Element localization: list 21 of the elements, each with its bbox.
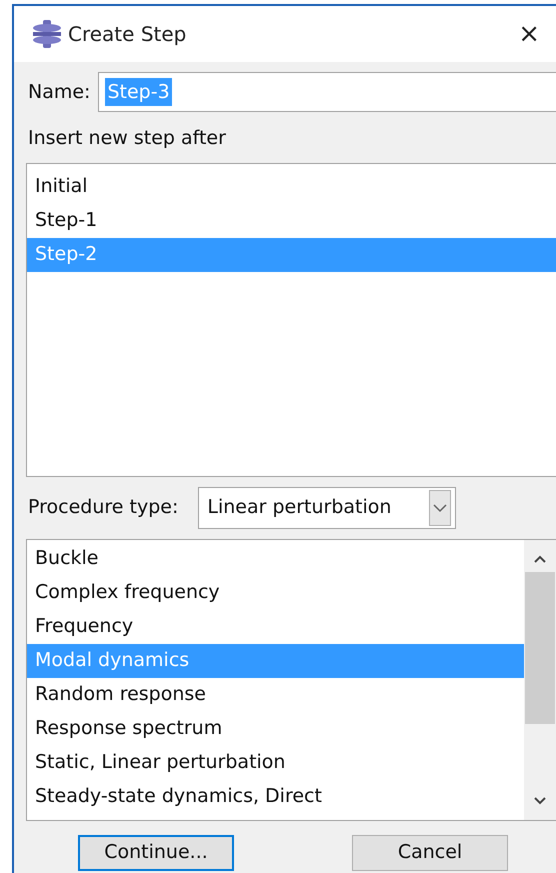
list-item[interactable]: Frequency xyxy=(27,610,524,644)
scrollbar-thumb[interactable] xyxy=(525,572,555,724)
list-item[interactable]: Steady-state dynamics, Direct xyxy=(27,780,524,814)
list-item[interactable]: Complex frequency xyxy=(27,576,524,610)
dialog-button[interactable]: Continue... xyxy=(78,834,234,870)
field-label: Procedure type: xyxy=(28,495,178,520)
close-button[interactable]: × xyxy=(514,21,544,47)
field-label: Name: xyxy=(28,80,90,105)
dialog-button[interactable]: Cancel xyxy=(352,834,508,870)
app-icon xyxy=(32,20,62,48)
section-label: Insert new step after xyxy=(28,126,226,151)
scroll-up-icon[interactable] xyxy=(533,554,547,564)
procedure-dropdown[interactable]: Linear perturbation xyxy=(198,486,456,528)
window-title: Create Step xyxy=(68,21,186,48)
list-item[interactable]: Buckle xyxy=(27,542,524,576)
list-item[interactable]: Step-1 xyxy=(27,204,556,238)
list-item[interactable]: Static, Linear perturbation xyxy=(27,746,524,780)
list-item[interactable]: Response spectrum xyxy=(27,712,524,746)
list-item[interactable]: Random response xyxy=(27,678,524,712)
list-item[interactable]: Initial xyxy=(27,170,556,204)
scroll-down-icon[interactable] xyxy=(533,796,547,806)
